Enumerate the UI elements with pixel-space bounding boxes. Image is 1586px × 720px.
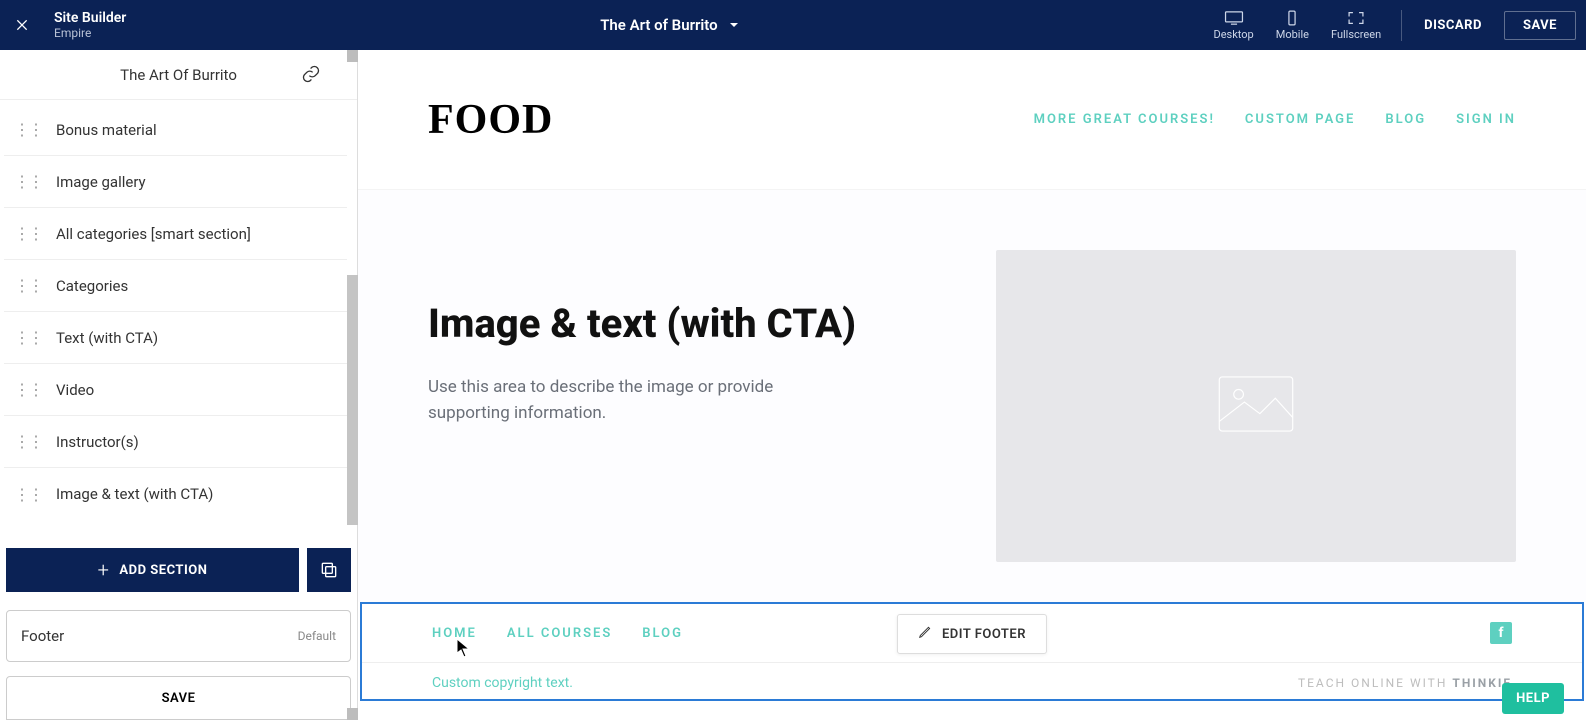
nav-link-blog[interactable]: BLOG xyxy=(1385,112,1426,127)
drag-handle-icon[interactable]: ⋮⋮ xyxy=(14,432,42,451)
close-icon[interactable] xyxy=(10,13,34,37)
drag-handle-icon[interactable]: ⋮⋮ xyxy=(14,172,42,191)
link-icon[interactable] xyxy=(301,64,321,88)
help-label: HELP xyxy=(1516,691,1550,706)
section-item-label: Image & text (with CTA) xyxy=(56,485,213,503)
device-mobile-button[interactable]: Mobile xyxy=(1276,10,1309,41)
drag-handle-icon[interactable]: ⋮⋮ xyxy=(14,224,42,243)
device-desktop-label: Desktop xyxy=(1213,28,1253,41)
section-item-all-categories[interactable]: ⋮⋮ All categories [smart section] xyxy=(4,208,347,260)
footer-credit-prefix: TEACH ONLINE WITH xyxy=(1298,676,1452,690)
section-item-instructors[interactable]: ⋮⋮ Instructor(s) xyxy=(4,416,347,468)
device-fullscreen-label: Fullscreen xyxy=(1331,28,1381,41)
plus-icon: + xyxy=(98,558,110,582)
site-nav: MORE GREAT COURSES! CUSTOM PAGE BLOG SIG… xyxy=(1034,112,1516,127)
footer-card-label: Footer xyxy=(21,627,64,645)
save-button[interactable]: SAVE xyxy=(1504,11,1576,40)
drag-handle-icon[interactable]: ⋮⋮ xyxy=(14,276,42,295)
footer-link-blog[interactable]: BLOG xyxy=(642,626,683,641)
hero-section[interactable]: Image & text (with CTA) Use this area to… xyxy=(358,190,1586,602)
edit-footer-label: EDIT FOOTER xyxy=(942,627,1026,642)
app-title: Site Builder xyxy=(54,10,126,26)
topbar: Site Builder Empire The Art of Burrito D… xyxy=(0,0,1586,50)
section-item-label: Categories xyxy=(56,277,128,295)
image-placeholder-icon xyxy=(1217,375,1295,437)
pencil-icon xyxy=(918,625,932,643)
fullscreen-icon xyxy=(1346,10,1366,26)
device-mobile-label: Mobile xyxy=(1276,28,1309,41)
section-item-label: Bonus material xyxy=(56,121,157,139)
sidebar-scrollbar[interactable] xyxy=(347,50,357,720)
sidebar-save-button[interactable]: SAVE xyxy=(6,676,351,720)
device-switcher: Desktop Mobile Fullscreen xyxy=(1213,10,1402,41)
sidebar-save-label: SAVE xyxy=(162,691,196,706)
drag-handle-icon[interactable]: ⋮⋮ xyxy=(14,485,42,504)
footer-link-home[interactable]: HOME xyxy=(432,626,477,641)
site-header: FOOD MORE GREAT COURSES! CUSTOM PAGE BLO… xyxy=(358,50,1586,190)
site-footer-section[interactable]: HOME ALL COURSES BLOG f EDIT FOOTER Cust… xyxy=(360,602,1584,701)
footer-section-card[interactable]: Footer Default xyxy=(6,610,351,662)
caret-down-icon[interactable] xyxy=(728,16,740,35)
device-desktop-button[interactable]: Desktop xyxy=(1213,10,1253,41)
footer-copyright: Custom copyright text. xyxy=(432,675,573,691)
section-item-bonus-material[interactable]: ⋮⋮ Bonus material xyxy=(4,104,347,156)
footer-credit: TEACH ONLINE WITH THINKIF xyxy=(1298,676,1512,690)
desktop-icon xyxy=(1224,10,1244,26)
hero-body: Use this area to describe the image or p… xyxy=(428,375,858,426)
nav-link-custom[interactable]: CUSTOM PAGE xyxy=(1245,112,1355,127)
add-section-label: ADD SECTION xyxy=(119,563,207,578)
sections-list: ⋮⋮ Bonus material ⋮⋮ Image gallery ⋮⋮ Al… xyxy=(0,100,357,544)
preview-canvas: FOOD MORE GREAT COURSES! CUSTOM PAGE BLO… xyxy=(358,50,1586,720)
site-logo[interactable]: FOOD xyxy=(428,96,553,144)
nav-link-signin[interactable]: SIGN IN xyxy=(1456,112,1516,127)
discard-button[interactable]: DISCARD xyxy=(1424,18,1482,33)
hero-image-placeholder[interactable] xyxy=(996,250,1516,562)
section-item-image-gallery[interactable]: ⋮⋮ Image gallery xyxy=(4,156,347,208)
edit-footer-button[interactable]: EDIT FOOTER xyxy=(897,614,1047,654)
section-item-label: Text (with CTA) xyxy=(56,329,158,347)
section-item-image-text-cta[interactable]: ⋮⋮ Image & text (with CTA) xyxy=(4,468,347,520)
footer-links: HOME ALL COURSES BLOG xyxy=(432,626,683,641)
sidebar-header: The Art Of Burrito xyxy=(0,50,357,100)
help-button[interactable]: HELP xyxy=(1502,683,1564,714)
facebook-icon[interactable]: f xyxy=(1490,622,1512,644)
footer-link-all-courses[interactable]: ALL COURSES xyxy=(507,626,612,641)
mobile-icon xyxy=(1282,10,1302,26)
theme-name: Empire xyxy=(54,26,126,40)
hero-title: Image & text (with CTA) xyxy=(428,300,936,347)
sidebar: The Art Of Burrito ⋮⋮ Bonus material ⋮⋮ … xyxy=(0,50,358,720)
device-fullscreen-button[interactable]: Fullscreen xyxy=(1331,10,1381,41)
section-item-label: Image gallery xyxy=(56,173,146,191)
section-item-label: All categories [smart section] xyxy=(56,225,251,243)
drag-handle-icon[interactable]: ⋮⋮ xyxy=(14,120,42,139)
sidebar-page-title: The Art Of Burrito xyxy=(120,66,237,84)
section-item-video[interactable]: ⋮⋮ Video xyxy=(4,364,347,416)
section-item-label: Instructor(s) xyxy=(56,433,139,451)
duplicate-icon xyxy=(319,560,339,580)
drag-handle-icon[interactable]: ⋮⋮ xyxy=(14,380,42,399)
nav-link-courses[interactable]: MORE GREAT COURSES! xyxy=(1034,112,1215,127)
drag-handle-icon[interactable]: ⋮⋮ xyxy=(14,328,42,347)
add-section-button[interactable]: + ADD SECTION xyxy=(6,548,299,592)
footer-card-badge: Default xyxy=(298,629,336,643)
section-item-label: Video xyxy=(56,381,94,399)
duplicate-button[interactable] xyxy=(307,548,351,592)
section-item-categories[interactable]: ⋮⋮ Categories xyxy=(4,260,347,312)
section-item-text-cta[interactable]: ⋮⋮ Text (with CTA) xyxy=(4,312,347,364)
page-selector-label[interactable]: The Art of Burrito xyxy=(600,16,717,34)
app-title-block: Site Builder Empire xyxy=(54,10,126,40)
